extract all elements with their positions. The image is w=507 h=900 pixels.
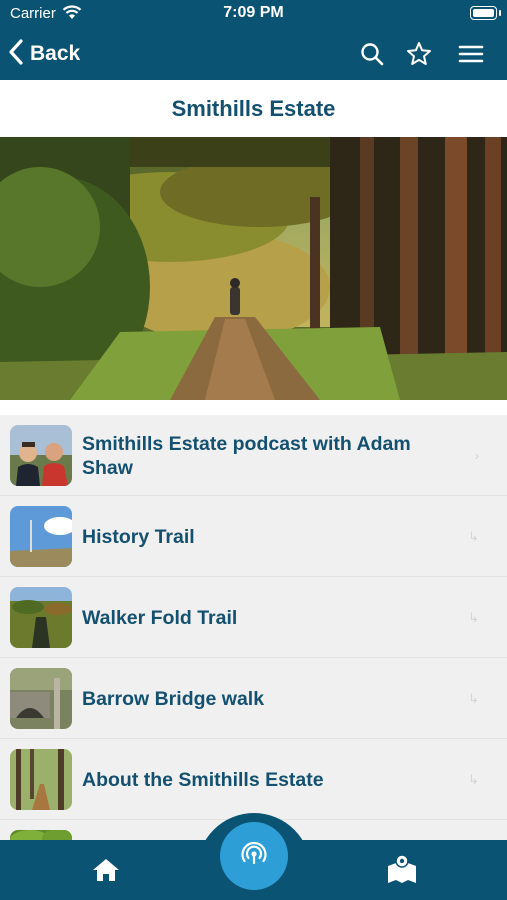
podcast-thumbnail [10, 425, 72, 486]
chevron-left-icon [8, 38, 24, 70]
list-item-label: About the Smithills Estate [82, 768, 324, 791]
title-bar: Smithills Estate [0, 80, 507, 137]
list-item-history-trail[interactable]: History Trail ↳ [0, 496, 507, 577]
home-icon[interactable] [91, 857, 121, 883]
redirect-icon: ↳ [468, 691, 479, 706]
back-button-label: Back [30, 42, 81, 65]
walker-fold-thumbnail [10, 587, 72, 648]
list-item-label: Walker Fold Trail [82, 606, 238, 629]
green-trees-thumbnail [10, 830, 72, 840]
nav-bar: Back [0, 28, 507, 80]
page-title: Smithills Estate [171, 95, 336, 121]
list-item-label: History Trail [82, 525, 195, 548]
status-bar: Carrier 7:09 PM [0, 0, 507, 28]
audio-guide-icon [239, 839, 269, 874]
list-item-barrow-bridge[interactable]: Barrow Bridge walk ↳ [0, 658, 507, 739]
back-button[interactable]: Back [8, 36, 80, 72]
spacer [0, 400, 507, 415]
search-icon[interactable] [357, 39, 387, 69]
hero-image [0, 137, 507, 400]
list-item-label: Smithills Estate podcast with Adam Shaw [82, 432, 411, 479]
redirect-icon: ↳ [468, 610, 479, 625]
barrow-bridge-thumbnail [10, 668, 72, 729]
audio-guide-button[interactable] [220, 822, 288, 890]
content-list: Smithills Estate podcast with Adam Shaw … [0, 415, 507, 840]
list-item-walker-fold-trail[interactable]: Walker Fold Trail ↳ [0, 577, 507, 658]
chevron-right-icon: › [474, 448, 479, 463]
map-icon[interactable] [386, 854, 418, 884]
menu-icon[interactable] [456, 39, 486, 69]
list-item-podcast[interactable]: Smithills Estate podcast with Adam Shaw … [0, 415, 507, 496]
redirect-icon: ↳ [468, 772, 479, 787]
history-trail-thumbnail [10, 506, 72, 567]
status-time: 7:09 PM [223, 4, 284, 21]
list-item-about-smithills[interactable]: About the Smithills Estate ↳ [0, 739, 507, 820]
list-item-label: Barrow Bridge walk [82, 687, 265, 710]
about-smithills-thumbnail [10, 749, 72, 810]
redirect-icon: ↳ [468, 529, 479, 544]
battery-icon [470, 6, 501, 20]
star-icon[interactable] [404, 39, 434, 69]
